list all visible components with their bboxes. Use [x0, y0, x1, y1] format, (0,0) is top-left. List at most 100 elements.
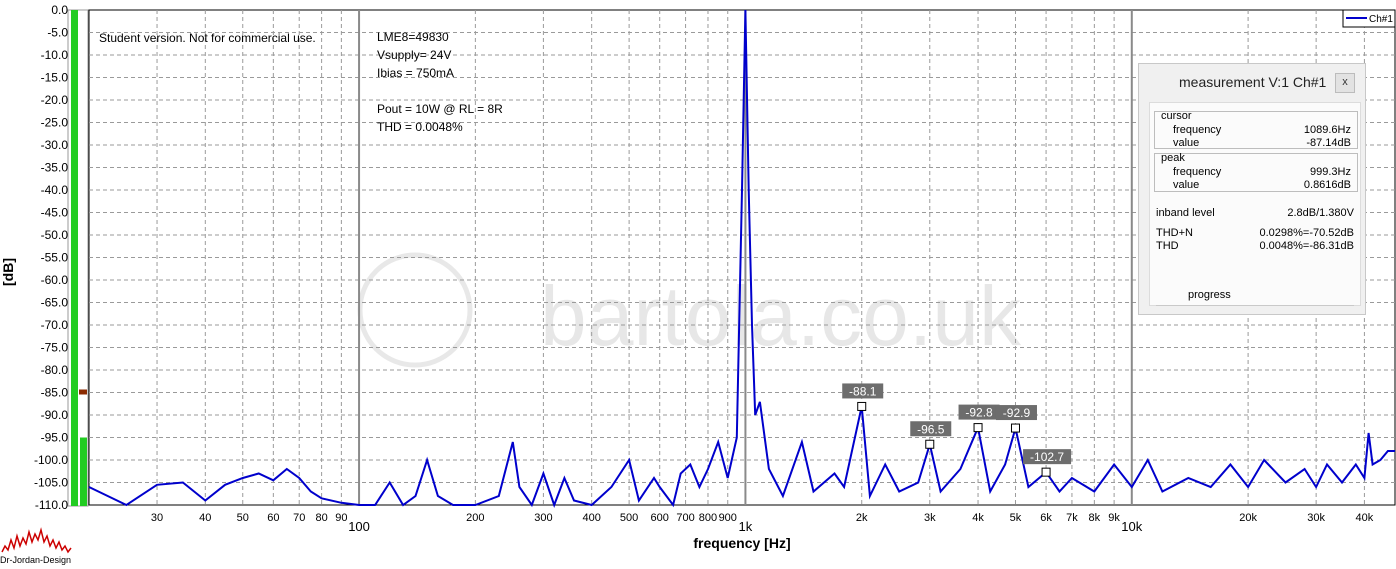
cursor-value-row: value -87.14dB	[1155, 137, 1357, 150]
info-line: LME8=49830	[377, 30, 449, 44]
thdn-value: 0.0298%=-70.52dB	[1259, 227, 1355, 239]
x-tick-label: 300	[534, 512, 552, 524]
cursor-frequency-label: frequency	[1173, 124, 1222, 136]
level-meter-bar-left	[71, 10, 78, 506]
thd-label: THD	[1156, 240, 1179, 252]
y-tick-label: -35.0	[41, 161, 69, 175]
annotation-label: -88.1	[849, 384, 877, 398]
peak-group: peak frequency 999.3Hz value 0.8616dB	[1154, 152, 1358, 192]
x-tick-label: 200	[466, 512, 484, 524]
cursor-value-value: -87.14dB	[1306, 137, 1351, 149]
y-tick-label: 0.0	[51, 3, 68, 17]
thd-row: THD 0.0048%=-86.31dB	[1154, 240, 1356, 253]
x-tick-label: 600	[651, 512, 669, 524]
annotation-marker[interactable]	[1041, 467, 1051, 477]
thdn-row: THD+N 0.0298%=-70.52dB	[1154, 227, 1356, 240]
annotation-label: -96.5	[917, 422, 945, 436]
x-tick-label: 800	[699, 512, 717, 524]
inband-value: 2.8dB/1.380V	[1287, 207, 1354, 219]
y-tick-label: -40.0	[41, 183, 69, 197]
logo-text: Dr-Jordan-Design	[0, 555, 71, 565]
y-tick-label: -85.0	[41, 386, 69, 400]
y-tick-label: -10.0	[41, 48, 69, 62]
x-tick-label: 30	[151, 512, 163, 524]
level-meter	[67, 9, 89, 507]
annotation-marker[interactable]	[925, 439, 935, 449]
info-line: Pout = 10W @ RL = 8R	[377, 102, 503, 116]
y-tick-label: -55.0	[41, 251, 69, 265]
x-tick-label: 9k	[1108, 512, 1120, 524]
x-axis-ticks: 30 40 50 60 70 80 90 200 300 400 500 600 700 800 900 2k…	[151, 512, 1374, 534]
peak-frequency-row: frequency 999.3Hz	[1155, 166, 1357, 179]
x-tick-label: 30k	[1307, 512, 1325, 524]
y-tick-label: -70.0	[41, 318, 69, 332]
thdn-label: THD+N	[1156, 227, 1193, 239]
y-tick-label: -25.0	[41, 116, 69, 130]
annotation-marker[interactable]	[973, 423, 983, 433]
x-tick-label-major: 1k	[739, 519, 753, 534]
annotation-label: -92.9	[1003, 406, 1031, 420]
student-version-note: Student version. Not for commercial use.	[99, 31, 316, 45]
y-tick-label: -50.0	[41, 228, 69, 242]
y-tick-label: -45.0	[41, 206, 69, 220]
x-tick-label: 4k	[972, 512, 984, 524]
cursor-group: cursor frequency 1089.6Hz value -87.14dB	[1154, 110, 1358, 150]
watermark-text: bartola.co.uk	[540, 269, 1022, 363]
x-tick-label: 2k	[856, 512, 868, 524]
x-tick-label: 700	[676, 512, 694, 524]
annotation-label: -92.8	[965, 406, 993, 420]
y-axis-ticks: 0.0 -5.0 -10.0 -15.0 -20.0 -25.0 -30.0 -35.0 -40…	[34, 3, 68, 512]
x-tick-label: 40k	[1356, 512, 1374, 524]
peak-value-row: value 0.8616dB	[1155, 179, 1357, 192]
inband-label: inband level	[1156, 207, 1215, 219]
x-tick-label: 80	[315, 512, 327, 524]
y-tick-label: -90.0	[41, 408, 69, 422]
x-tick-label: 500	[620, 512, 638, 524]
cursor-frequency-value: 1089.6Hz	[1303, 124, 1351, 136]
y-tick-label: -105.0	[34, 476, 68, 490]
y-tick-label: -65.0	[41, 296, 69, 310]
y-tick-label: -15.0	[41, 71, 69, 85]
y-tick-label: -110.0	[35, 498, 68, 512]
y-tick-label: -30.0	[41, 138, 69, 152]
x-tick-label: 3k	[924, 512, 936, 524]
peak-value-value: 0.8616dB	[1303, 179, 1351, 191]
info-line: Vsupply= 24V	[377, 48, 451, 62]
x-tick-label: 60	[267, 512, 279, 524]
y-tick-label: -100.0	[34, 453, 68, 467]
x-tick-label-major: 100	[348, 519, 370, 534]
measurement-panel-title: measurement V:1 Ch#1	[1179, 74, 1327, 90]
y-tick-label: -75.0	[41, 341, 69, 355]
legend[interactable]: Ch#1	[1342, 9, 1396, 28]
y-axis-title: [dB]	[0, 258, 16, 286]
x-tick-label: 6k	[1040, 512, 1052, 524]
close-button[interactable]: x	[1335, 73, 1355, 93]
info-line: Ibias = 750mA	[377, 66, 454, 80]
cursor-group-label: cursor	[1161, 110, 1192, 122]
progress-label: progress	[1188, 289, 1231, 301]
x-tick-label: 8k	[1089, 512, 1101, 524]
y-tick-label: -5.0	[47, 26, 68, 40]
x-tick-label: 90	[335, 512, 347, 524]
peak-group-label: peak	[1161, 152, 1185, 164]
annotation-marker[interactable]	[857, 401, 867, 411]
progress-bar	[1156, 305, 1354, 306]
level-meter-bar-right	[80, 437, 87, 506]
x-tick-label-major: 10k	[1121, 519, 1142, 534]
cursor-frequency-row: frequency 1089.6Hz	[1155, 124, 1357, 137]
peak-frequency-label: frequency	[1173, 166, 1222, 178]
legend-label: Ch#1	[1369, 14, 1393, 25]
level-meter-peak-marker	[79, 389, 87, 395]
peak-frequency-value: 999.3Hz	[1310, 166, 1351, 178]
x-tick-label: 900	[719, 512, 737, 524]
peak-value-label: value	[1173, 179, 1200, 191]
y-tick-label: -20.0	[41, 93, 69, 107]
cursor-value-label: value	[1173, 137, 1200, 149]
measurement-panel[interactable]: measurement V:1 Ch#1 x cursor frequency …	[1138, 63, 1366, 315]
measurement-content: cursor frequency 1089.6Hz value -87.14dB…	[1149, 102, 1361, 306]
inband-row: inband level 2.8dB/1.380V	[1154, 207, 1356, 220]
annotation-marker[interactable]	[1010, 423, 1020, 433]
info-line: THD = 0.0048%	[377, 120, 463, 134]
x-tick-label: 50	[237, 512, 249, 524]
logo: Dr-Jordan-Design	[0, 527, 72, 565]
